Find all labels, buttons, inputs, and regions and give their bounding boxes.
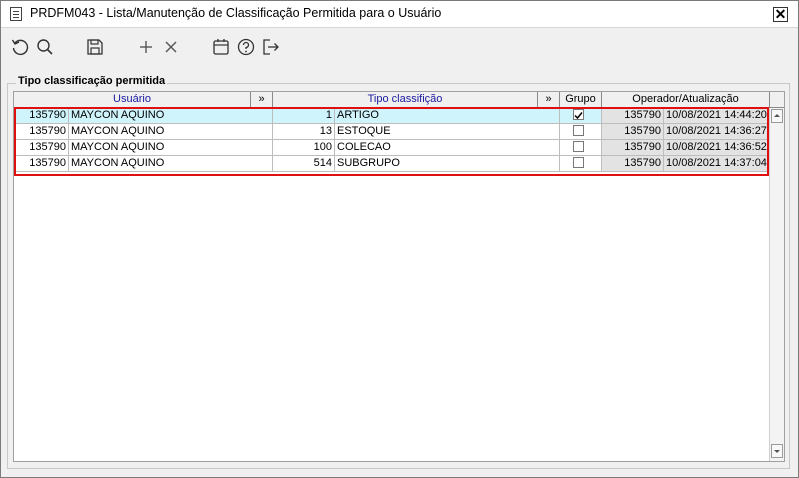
- scroll-up-button[interactable]: [771, 109, 783, 123]
- grupo-checkbox[interactable]: [573, 141, 584, 152]
- cell-user-id: 135790: [14, 108, 69, 124]
- header-operador[interactable]: Operador/Atualização: [602, 92, 770, 108]
- calendar-icon[interactable]: [211, 37, 231, 57]
- help-icon[interactable]: [236, 37, 256, 57]
- header-usuario[interactable]: Usuário: [14, 92, 251, 108]
- cell-operador-id: 135790: [602, 124, 664, 140]
- cell-tipo-name: COLECAO: [335, 140, 560, 156]
- arrow-down-icon: [774, 450, 780, 453]
- cell-grupo: [560, 124, 602, 140]
- grupo-checkbox[interactable]: [573, 157, 584, 168]
- scroll-down-button[interactable]: [771, 444, 783, 458]
- arrow-up-icon: [774, 114, 780, 117]
- cell-tipo-id: 100: [273, 140, 335, 156]
- search-icon[interactable]: [35, 37, 55, 57]
- cell-tipo-name: ARTIGO: [335, 108, 560, 124]
- cell-atualizacao: 10/08/2021 14:44:20: [664, 108, 769, 124]
- window-title: PRDFM043 - Lista/Manutenção de Classific…: [30, 6, 442, 20]
- check-icon: [574, 112, 583, 120]
- cell-user-id: 135790: [14, 156, 69, 172]
- cell-user-id: 135790: [14, 140, 69, 156]
- save-icon[interactable]: [85, 37, 105, 57]
- cell-atualizacao: 10/08/2021 14:36:52: [664, 140, 769, 156]
- app-icon: [10, 7, 22, 21]
- grupo-checkbox[interactable]: [573, 125, 584, 136]
- cell-grupo: [560, 108, 602, 124]
- header-grupo[interactable]: Grupo: [560, 92, 602, 108]
- vertical-scrollbar[interactable]: [769, 108, 784, 461]
- add-icon[interactable]: [136, 37, 156, 57]
- cell-operador-id: 135790: [602, 108, 664, 124]
- cell-atualizacao: 10/08/2021 14:37:04: [664, 156, 769, 172]
- title-bar: PRDFM043 - Lista/Manutenção de Classific…: [1, 1, 798, 28]
- delete-icon[interactable]: [161, 37, 181, 57]
- cell-tipo-name: SUBGRUPO: [335, 156, 560, 172]
- header-tipo-classificacao[interactable]: Tipo classifição: [273, 92, 538, 108]
- header-expand-usuario[interactable]: »: [251, 92, 273, 108]
- cell-grupo: [560, 156, 602, 172]
- cell-user-name: MAYCON AQUINO: [69, 156, 273, 172]
- exit-icon[interactable]: [261, 37, 281, 57]
- cell-operador-id: 135790: [602, 140, 664, 156]
- cell-grupo: [560, 140, 602, 156]
- cell-operador-id: 135790: [602, 156, 664, 172]
- cell-user-name: MAYCON AQUINO: [69, 108, 273, 124]
- cell-tipo-name: ESTOQUE: [335, 124, 560, 140]
- toolbar: [1, 28, 798, 66]
- header-expand-tipo[interactable]: »: [538, 92, 560, 108]
- refresh-icon[interactable]: [10, 37, 30, 57]
- cell-tipo-id: 1: [273, 108, 335, 124]
- cell-atualizacao: 10/08/2021 14:36:27: [664, 124, 769, 140]
- grupo-checkbox[interactable]: [573, 109, 584, 120]
- group-label: Tipo classificação permitida: [16, 75, 168, 87]
- cell-tipo-id: 13: [273, 124, 335, 140]
- cell-user-name: MAYCON AQUINO: [69, 140, 273, 156]
- close-button[interactable]: ✕: [773, 7, 788, 22]
- cell-tipo-id: 514: [273, 156, 335, 172]
- cell-user-id: 135790: [14, 124, 69, 140]
- header-filler: [770, 92, 784, 108]
- cell-user-name: MAYCON AQUINO: [69, 124, 273, 140]
- classification-grid: Usuário » Tipo classifição » Grupo Opera…: [13, 91, 785, 462]
